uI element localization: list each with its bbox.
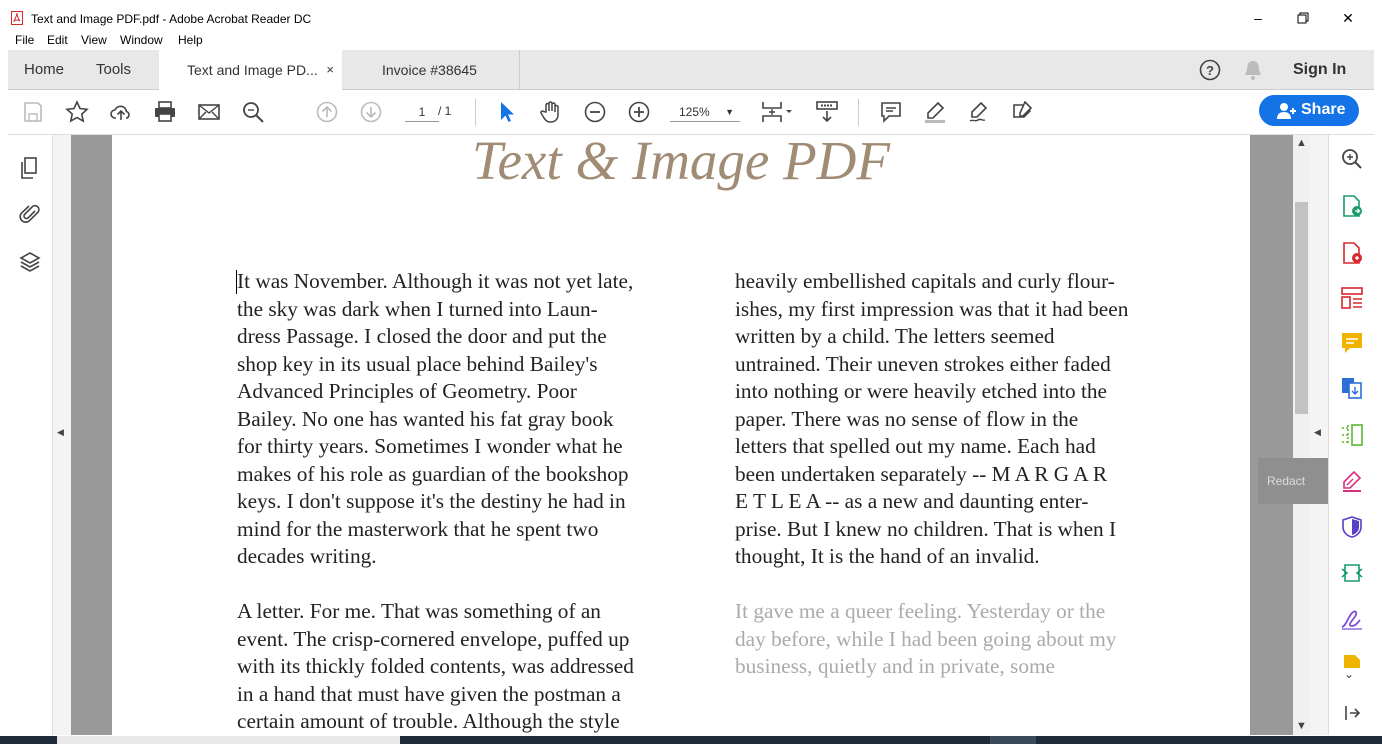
left-column-text: It was November. Although it was not yet… xyxy=(236,268,677,735)
acrobat-pdf-icon xyxy=(11,11,23,25)
title-bar: Text and Image PDF.pdf - Adobe Acrobat R… xyxy=(0,0,1382,31)
email-icon[interactable] xyxy=(197,100,221,124)
toolbar-divider xyxy=(475,99,476,126)
help-icon[interactable]: ? xyxy=(1199,59,1221,81)
chevron-left-icon: ◀ xyxy=(57,427,64,437)
redact-icon[interactable] xyxy=(1340,469,1364,493)
chevron-down-icon[interactable]: ⌄ xyxy=(1344,667,1354,681)
organize-pages-icon[interactable] xyxy=(1340,423,1364,447)
save-icon[interactable] xyxy=(21,100,45,124)
taskbar-search-box[interactable] xyxy=(57,736,400,744)
zoom-out-icon[interactable] xyxy=(583,100,607,124)
compress-pdf-icon[interactable] xyxy=(1340,561,1364,585)
chevron-down-icon: ▼ xyxy=(725,107,734,117)
find-text-icon[interactable] xyxy=(241,100,265,124)
layers-icon[interactable] xyxy=(19,251,41,273)
zoom-search-icon[interactable] xyxy=(1340,147,1364,171)
window-title: Text and Image PDF.pdf - Adobe Acrobat R… xyxy=(31,12,312,26)
page-fit-icon[interactable] xyxy=(760,100,794,124)
tab-tools[interactable]: Tools xyxy=(96,61,131,78)
collapse-panel-icon[interactable] xyxy=(1340,701,1364,725)
sign-in-link[interactable]: Sign In xyxy=(1293,61,1346,79)
highlight-pen-icon[interactable] xyxy=(923,100,947,124)
tab-document-label: Text and Image PD... xyxy=(187,62,318,78)
scroll-down-arrow-icon[interactable]: ▼ xyxy=(1296,720,1307,732)
menu-help[interactable]: Help xyxy=(178,33,203,47)
main-toolbar: 1 / 1 125% ▼ Share xyxy=(8,90,1374,135)
next-page-icon[interactable] xyxy=(359,100,383,124)
left-navigation-pane xyxy=(8,135,53,735)
minimize-icon[interactable]: – xyxy=(1248,8,1268,28)
close-icon[interactable]: ✕ xyxy=(1338,8,1358,28)
tab-document-active[interactable]: Text and Image PD... × xyxy=(159,50,342,90)
zoom-level-select[interactable]: 125% ▼ xyxy=(670,102,740,122)
combine-files-icon[interactable] xyxy=(1340,376,1364,400)
tab-bar: Home Tools Text and Image PD... × Invoic… xyxy=(8,50,1374,90)
scrollbar-thumb[interactable] xyxy=(1295,202,1308,414)
right-column-text: heavily embellished capitals and curly f… xyxy=(735,268,1175,708)
taskbar-app-button[interactable] xyxy=(990,736,1036,744)
menu-file[interactable]: File xyxy=(15,33,34,47)
comment-icon[interactable] xyxy=(879,100,903,124)
upload-cloud-icon[interactable] xyxy=(109,100,133,124)
right-pane-collapse-handle[interactable]: ◀ xyxy=(1310,135,1328,735)
chevron-left-icon: ◀ xyxy=(1314,427,1321,437)
menu-edit[interactable]: Edit xyxy=(47,33,68,47)
create-pdf-icon[interactable] xyxy=(1340,241,1364,265)
paragraph-faded: It gave me a queer feeling. Yesterday or… xyxy=(735,599,1117,678)
toolbar-divider xyxy=(858,99,859,126)
pdf-title: Text & Image PDF xyxy=(471,135,891,191)
menu-view[interactable]: View xyxy=(81,33,107,47)
paragraph: It was November. Although it was not yet… xyxy=(237,269,634,568)
hand-tool-icon[interactable] xyxy=(539,100,563,124)
protect-shield-icon[interactable] xyxy=(1340,515,1364,539)
tab-close-icon[interactable]: × xyxy=(326,62,334,77)
paragraph: A letter. For me. That was something of … xyxy=(237,599,634,733)
attachments-paperclip-icon[interactable] xyxy=(19,203,41,225)
svg-text:?: ? xyxy=(1206,63,1214,78)
menu-bar: File Edit View Window Help xyxy=(0,31,1382,50)
restore-icon[interactable] xyxy=(1293,8,1313,28)
redact-tooltip: Redact xyxy=(1258,458,1328,504)
print-icon[interactable] xyxy=(153,100,177,124)
draw-freehand-icon[interactable] xyxy=(967,100,991,124)
export-pdf-icon[interactable] xyxy=(1340,194,1364,218)
share-button[interactable]: Share xyxy=(1259,95,1359,126)
fill-and-sign-icon[interactable] xyxy=(1340,607,1364,631)
zoom-level-value: 125% xyxy=(679,105,710,119)
scroll-mode-icon[interactable] xyxy=(815,100,839,124)
page-total: / 1 xyxy=(438,104,452,118)
scroll-up-arrow-icon[interactable]: ▲ xyxy=(1296,137,1307,149)
tooltip-text: Redact xyxy=(1267,474,1306,488)
os-taskbar xyxy=(0,736,1382,744)
zoom-in-icon[interactable] xyxy=(627,100,651,124)
page-thumbnails-icon[interactable] xyxy=(19,157,41,179)
add-user-icon xyxy=(1277,103,1296,119)
comment-tool-icon[interactable] xyxy=(1340,331,1364,355)
share-label: Share xyxy=(1301,101,1346,118)
document-viewport[interactable]: Text & Image PDF It was November. Althou… xyxy=(71,135,1293,735)
right-tools-pane: ⌄ xyxy=(1328,135,1374,735)
fill-sign-icon[interactable] xyxy=(1011,100,1035,124)
notifications-bell-icon[interactable] xyxy=(1243,59,1263,81)
left-pane-collapse-handle[interactable]: ◀ xyxy=(53,135,71,735)
tab-home[interactable]: Home xyxy=(24,61,64,78)
paragraph: heavily embellished capitals and curly f… xyxy=(735,269,1129,568)
edit-pdf-icon[interactable] xyxy=(1340,286,1364,310)
vertical-scrollbar[interactable]: ▲ ▼ xyxy=(1293,135,1310,735)
text-cursor xyxy=(236,270,237,294)
bookmark-star-icon[interactable] xyxy=(65,100,89,124)
previous-page-icon[interactable] xyxy=(315,100,339,124)
menu-window[interactable]: Window xyxy=(120,33,163,47)
tab-document-invoice[interactable]: Invoice #38645 xyxy=(342,50,520,90)
tab-invoice-label: Invoice #38645 xyxy=(382,62,477,78)
pdf-page: Text & Image PDF It was November. Althou… xyxy=(112,135,1250,735)
page-number-input[interactable]: 1 xyxy=(405,102,439,122)
select-cursor-icon[interactable] xyxy=(495,100,519,124)
